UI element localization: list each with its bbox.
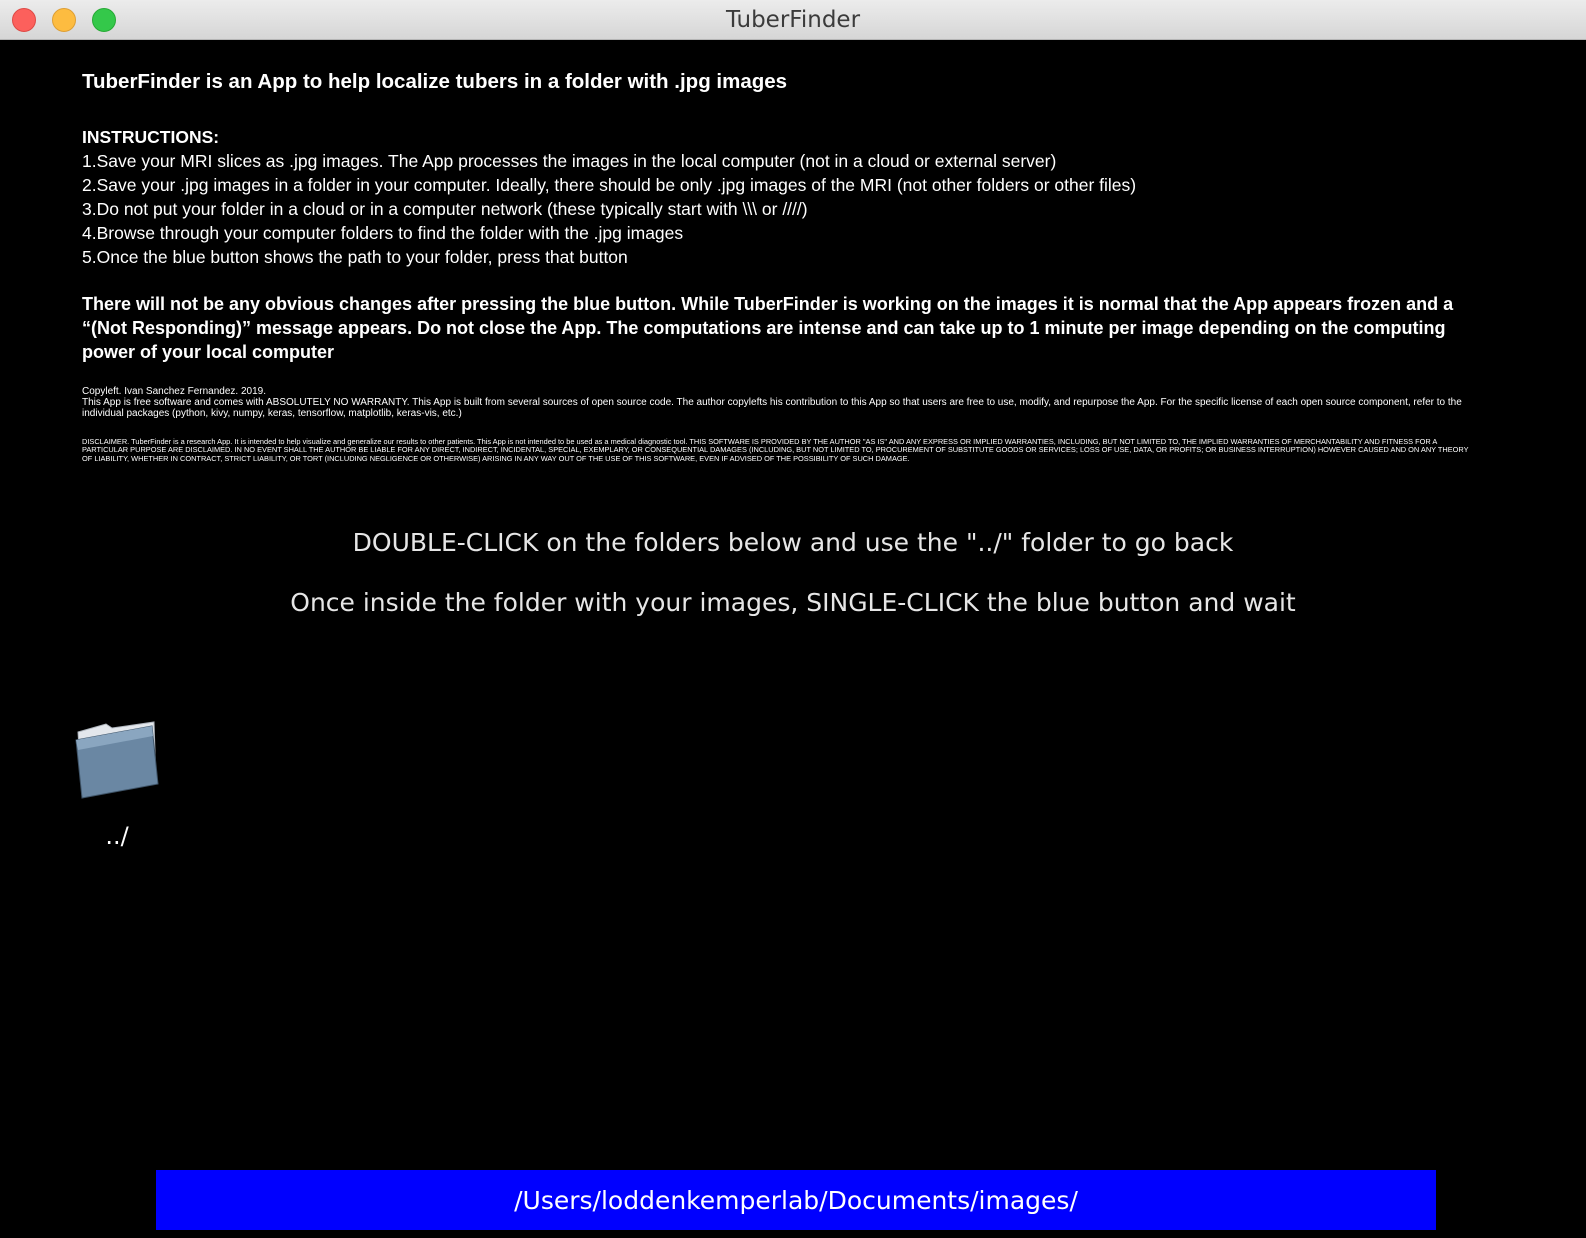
window-title: TuberFinder <box>725 7 861 33</box>
instruction-step: 3.Do not put your folder in a cloud or i… <box>82 199 808 219</box>
license-note: Copyleft. Ivan Sanchez Fernandez. 2019. … <box>82 386 1477 419</box>
disclaimer-text: DISCLAIMER. TuberFinder is a research Ap… <box>82 437 1469 463</box>
folder-label: ../ <box>105 822 129 850</box>
warranty-text: This App is free software and comes with… <box>82 397 1462 419</box>
folder-icon <box>75 721 159 799</box>
instruction-step: 5.Once the blue button shows the path to… <box>82 247 628 267</box>
title-bar: TuberFinder <box>0 0 1586 40</box>
parent-folder-item[interactable]: ../ <box>72 718 162 858</box>
copyleft-text: Copyleft. Ivan Sanchez Fernandez. 2019. <box>82 386 267 397</box>
single-click-hint: Once inside the folder with your images,… <box>290 588 1296 617</box>
processing-warning: There will not be any obvious changes af… <box>82 294 1454 362</box>
instruction-step: 2.Save your .jpg images in a folder in y… <box>82 175 1137 195</box>
double-click-hint: DOUBLE-CLICK on the folders below and us… <box>352 528 1234 557</box>
process-folder-button[interactable]: /Users/loddenkemperlab/Documents/images/ <box>156 1170 1436 1230</box>
app-headline: TuberFinder is an App to help localize t… <box>82 70 788 93</box>
instruction-step: 4.Browse through your computer folders t… <box>82 223 684 243</box>
instruction-step: 1.Save your MRI slices as .jpg images. T… <box>82 151 1057 171</box>
instructions-heading: INSTRUCTIONS: <box>82 127 220 147</box>
info-panel: TuberFinder is an App to help localize t… <box>82 70 1482 463</box>
